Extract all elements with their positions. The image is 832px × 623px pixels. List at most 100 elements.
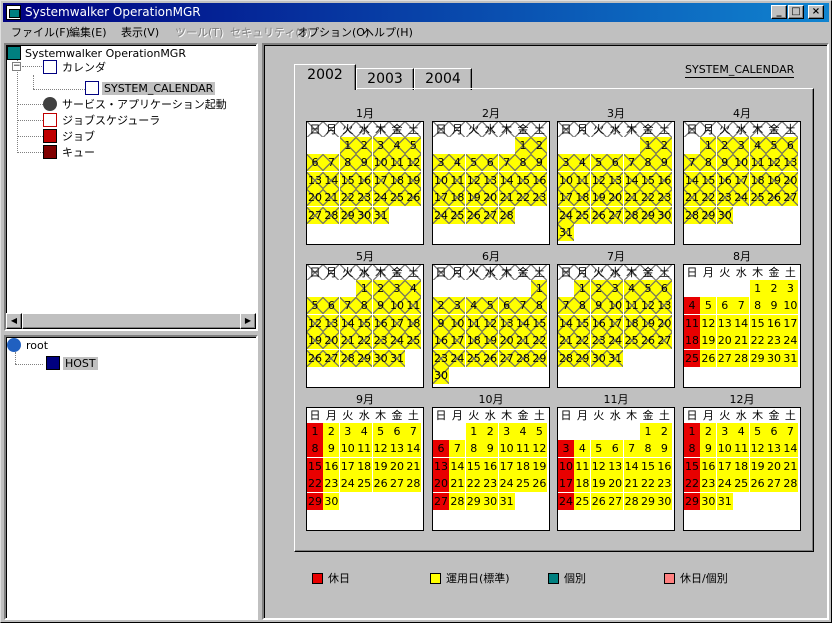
- scroll-thumb[interactable]: [22, 313, 246, 329]
- calendar-day[interactable]: 27: [607, 492, 624, 510]
- maximize-button[interactable]: □: [788, 5, 804, 19]
- calendar-day[interactable]: 9: [656, 440, 673, 458]
- calendar-day[interactable]: 14: [405, 440, 422, 458]
- calendar-day[interactable]: 13: [389, 440, 405, 458]
- calendar-day[interactable]: 28: [405, 475, 422, 493]
- calendar-day[interactable]: 14: [684, 171, 700, 189]
- calendar-day[interactable]: 15: [640, 457, 656, 475]
- tree-item-service[interactable]: サービス・アプリケーション起動: [62, 98, 227, 111]
- calendar-day[interactable]: 4: [449, 154, 466, 172]
- calendar-day[interactable]: 15: [356, 314, 373, 332]
- calendar-day[interactable]: 6: [482, 154, 499, 172]
- calendar-day[interactable]: 10: [339, 440, 356, 458]
- calendar-day[interactable]: 12: [531, 440, 548, 458]
- calendar-day[interactable]: 1: [684, 423, 700, 440]
- calendar-day[interactable]: 20: [323, 332, 340, 350]
- calendar-day[interactable]: 13: [766, 440, 782, 458]
- calendar-day[interactable]: 12: [405, 154, 422, 172]
- calendar-day[interactable]: 22: [339, 189, 356, 207]
- calendar-day[interactable]: 25: [389, 189, 405, 207]
- calendar-day[interactable]: 31: [558, 224, 574, 241]
- calendar-day[interactable]: 2: [372, 280, 389, 297]
- calendar-day[interactable]: 15: [307, 457, 323, 475]
- calendar-day[interactable]: 26: [749, 475, 766, 493]
- calendar-day[interactable]: 29: [531, 349, 548, 367]
- calendar-day[interactable]: 16: [766, 314, 782, 332]
- calendar-day[interactable]: 16: [656, 457, 673, 475]
- host-root[interactable]: root: [26, 339, 48, 352]
- calendar-day[interactable]: 9: [323, 440, 340, 458]
- calendar-day[interactable]: 16: [590, 314, 607, 332]
- calendar-day[interactable]: 5: [749, 423, 766, 440]
- calendar-day[interactable]: 7: [684, 154, 700, 172]
- calendar-day[interactable]: 8: [700, 154, 717, 172]
- menu-tools[interactable]: ツール(T): [175, 25, 223, 41]
- calendar-day[interactable]: 29: [339, 206, 356, 224]
- calendar-day[interactable]: 27: [307, 206, 323, 224]
- calendar-day[interactable]: 11: [684, 314, 700, 332]
- collapse-icon[interactable]: −: [12, 62, 21, 71]
- calendar-day[interactable]: 20: [766, 457, 782, 475]
- calendar-day[interactable]: 18: [733, 457, 750, 475]
- calendar-day[interactable]: 31: [716, 492, 733, 510]
- calendar-day[interactable]: 3: [389, 280, 405, 297]
- calendar-day[interactable]: 14: [623, 457, 640, 475]
- calendar-day[interactable]: 8: [515, 154, 531, 172]
- calendar-day[interactable]: 3: [607, 280, 624, 297]
- calendar-day[interactable]: 12: [590, 457, 607, 475]
- calendar-day[interactable]: 4: [389, 137, 405, 154]
- calendar-day[interactable]: 17: [607, 314, 624, 332]
- calendar-day[interactable]: 2: [700, 423, 717, 440]
- calendar-day[interactable]: 14: [449, 457, 466, 475]
- calendar-day[interactable]: 4: [574, 440, 591, 458]
- calendar-day[interactable]: 21: [684, 189, 700, 207]
- calendar-day[interactable]: 23: [356, 189, 373, 207]
- menu-help[interactable]: ヘルプ(H): [363, 25, 413, 41]
- calendar-day[interactable]: 4: [515, 423, 531, 440]
- calendar-day[interactable]: 14: [558, 314, 574, 332]
- calendar-day[interactable]: 21: [515, 332, 531, 350]
- calendar-day[interactable]: 28: [623, 206, 640, 224]
- calendar-day[interactable]: 21: [623, 475, 640, 493]
- calendar-day[interactable]: 11: [749, 154, 766, 172]
- calendar-day[interactable]: 8: [574, 297, 591, 315]
- calendar-day[interactable]: 5: [766, 137, 782, 154]
- calendar-day[interactable]: 6: [607, 154, 624, 172]
- calendar-day[interactable]: 8: [640, 154, 656, 172]
- calendar-day[interactable]: 16: [700, 457, 717, 475]
- calendar-day[interactable]: 27: [433, 492, 449, 510]
- calendar-day[interactable]: 18: [749, 171, 766, 189]
- calendar-day[interactable]: 21: [405, 457, 422, 475]
- calendar-day[interactable]: 5: [405, 137, 422, 154]
- calendar-day[interactable]: 14: [733, 314, 750, 332]
- calendar-day[interactable]: 19: [482, 332, 499, 350]
- calendar-day[interactable]: 8: [356, 297, 373, 315]
- calendar-day[interactable]: 20: [607, 475, 624, 493]
- calendar-day[interactable]: 17: [433, 189, 449, 207]
- calendar-day[interactable]: 7: [782, 423, 799, 440]
- calendar-day[interactable]: 10: [716, 440, 733, 458]
- calendar-day[interactable]: 16: [356, 171, 373, 189]
- calendar-day[interactable]: 10: [433, 171, 449, 189]
- calendar-day[interactable]: 11: [733, 440, 750, 458]
- calendar-day[interactable]: 21: [623, 189, 640, 207]
- calendar-day[interactable]: 9: [716, 154, 733, 172]
- calendar-day[interactable]: 3: [733, 137, 750, 154]
- calendar-day[interactable]: 19: [465, 189, 482, 207]
- calendar-day[interactable]: 27: [607, 206, 624, 224]
- calendar-day[interactable]: 11: [449, 171, 466, 189]
- calendar-day[interactable]: 18: [515, 457, 531, 475]
- calendar-day[interactable]: 23: [323, 475, 340, 493]
- calendar-day[interactable]: 13: [607, 171, 624, 189]
- calendar-day[interactable]: 14: [623, 171, 640, 189]
- tree-item-queue[interactable]: キュー: [62, 146, 95, 159]
- calendar-day[interactable]: 2: [531, 137, 548, 154]
- calendar-day[interactable]: 28: [323, 206, 340, 224]
- calendar-day[interactable]: 28: [623, 492, 640, 510]
- calendar-day[interactable]: 6: [307, 154, 323, 172]
- calendar-day[interactable]: 22: [465, 475, 482, 493]
- calendar-day[interactable]: 25: [465, 349, 482, 367]
- host-item[interactable]: HOST: [63, 357, 98, 370]
- calendar-day[interactable]: 25: [515, 475, 531, 493]
- calendar-day[interactable]: 8: [465, 440, 482, 458]
